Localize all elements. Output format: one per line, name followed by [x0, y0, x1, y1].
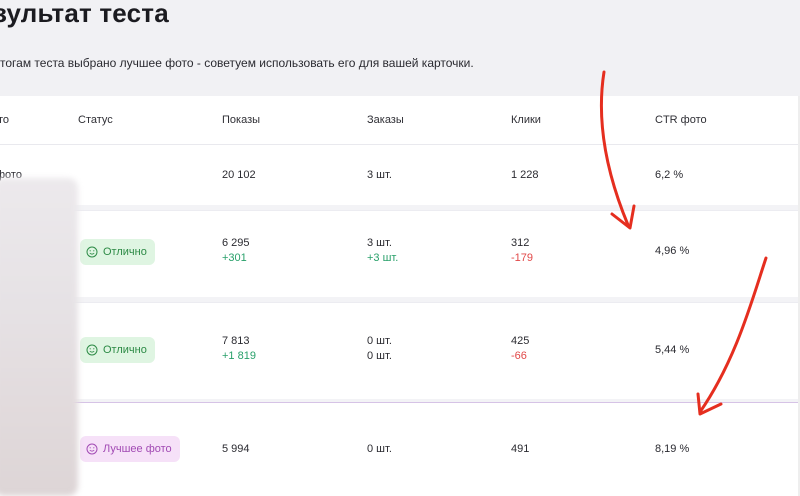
- page-title: зультат теста: [0, 0, 169, 28]
- page-subtitle: тогам теста выбрано лучшее фото - совету…: [0, 56, 474, 70]
- ctr-value: 4,96 %: [655, 245, 690, 257]
- clicks-delta: -66: [511, 350, 527, 362]
- table-header: то Статус Показы Заказы Клики CTR фото: [0, 96, 800, 145]
- orders-value: 0 шт.: [367, 443, 392, 455]
- clicks-cell: 312 -179: [511, 237, 533, 264]
- header-ctr: CTR фото: [655, 114, 707, 126]
- ctr-value: 8,19 %: [655, 443, 690, 455]
- total-orders: 3 шт.: [367, 169, 392, 181]
- impressions-value: 5 994: [222, 443, 250, 455]
- clicks-value: 425: [511, 335, 530, 347]
- header-clicks: Клики: [511, 114, 541, 126]
- header-photo: то: [0, 114, 10, 126]
- test-result-page: зультат теста тогам теста выбрано лучшее…: [0, 0, 800, 496]
- impressions-delta: +1 819: [222, 350, 256, 362]
- orders-cell: 0 шт. 0 шт.: [367, 335, 392, 362]
- orders-cell: 3 шт. +3 шт.: [367, 237, 398, 264]
- impressions-cell: 7 813 +1 819: [222, 335, 256, 362]
- clicks-delta: -179: [511, 252, 534, 264]
- status-badge-best: Лучшее фото: [80, 436, 180, 462]
- status-label: Лучшее фото: [103, 443, 172, 455]
- orders-delta: +3 шт.: [367, 252, 399, 264]
- table-row[interactable]: Отлично 7 813 +1 819 0 шт. 0 шт. 425 -66…: [0, 302, 800, 399]
- orders-value: 3 шт.: [367, 237, 392, 249]
- blurred-photo-thumbnail: [0, 178, 78, 496]
- status-badge: Отлично: [80, 337, 155, 363]
- ctr-value: 5,44 %: [655, 344, 690, 356]
- total-ctr: 6,2 %: [655, 169, 684, 181]
- orders-value: 0 шт.: [367, 335, 392, 347]
- status-label: Отлично: [103, 246, 147, 258]
- smile-icon: [86, 344, 98, 356]
- impressions-value: 7 813: [222, 335, 250, 347]
- smile-icon: [86, 443, 98, 455]
- status-label: Отлично: [103, 344, 147, 356]
- header-orders: Заказы: [367, 114, 404, 126]
- header-impressions: Показы: [222, 114, 261, 126]
- total-clicks: 1 228: [511, 169, 539, 181]
- orders-delta: 0 шт.: [367, 350, 392, 362]
- clicks-value: 312: [511, 237, 530, 249]
- table-row-total: фото 20 102 3 шт. 1 228 6,2 %: [0, 145, 800, 205]
- table-row[interactable]: Отлично 6 295 +301 3 шт. +3 шт. 312 -179…: [0, 210, 800, 297]
- impressions-delta: +301: [222, 252, 247, 264]
- clicks-cell: 425 -66: [511, 335, 529, 362]
- header-status: Статус: [78, 114, 113, 126]
- impressions-value: 6 295: [222, 237, 250, 249]
- smile-icon: [86, 246, 98, 258]
- status-badge: Отлично: [80, 239, 155, 265]
- table-row-best[interactable]: Лучшее фото 5 994 0 шт. 491 8,19 %: [0, 402, 800, 496]
- clicks-value: 491: [511, 443, 530, 455]
- total-impressions: 20 102: [222, 169, 256, 181]
- impressions-cell: 6 295 +301: [222, 237, 250, 264]
